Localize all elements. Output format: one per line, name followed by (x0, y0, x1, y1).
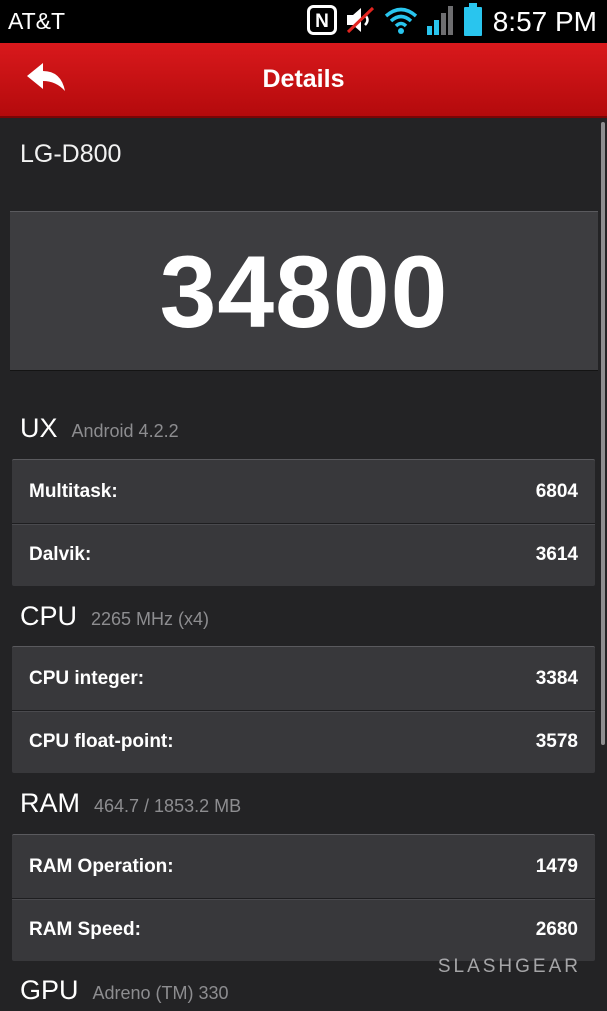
metric-label: CPU float-point: (29, 731, 174, 752)
metric-row-cpu-float-point: CPU float-point: 3578 (12, 710, 595, 773)
metric-value: 3614 (535, 544, 578, 565)
scrollbar[interactable] (601, 122, 605, 745)
device-name: LG-D800 (20, 140, 122, 168)
total-score-panel: 34800 (10, 211, 598, 371)
metric-value: 3578 (535, 731, 578, 752)
metric-value: 6804 (535, 480, 578, 502)
carrier-name: AT&T (8, 8, 66, 34)
watermark-logo: SLASHGEAR (437, 956, 581, 977)
metric-group-ram: RAM Operation: 1479 RAM Speed: 2680 (12, 834, 595, 961)
section-title: GPU (20, 975, 79, 1005)
signal-icon (426, 4, 456, 41)
section-info: Adreno (TM) 330 (92, 983, 229, 1003)
metric-label: RAM Operation: (29, 855, 174, 877)
nfc-icon: N (306, 4, 337, 40)
section-header-cpu: CPU 2265 MHz (x4) (20, 601, 209, 637)
section-title: RAM (20, 788, 80, 818)
metric-row-ram-operation: RAM Operation: 1479 (12, 835, 595, 898)
section-header-ram: RAM 464.7 / 1853.2 MB (20, 788, 241, 824)
section-info: Android 4.2.2 (71, 421, 179, 441)
metric-group-ux: Multitask: 6804 Dalvik: 3614 (12, 459, 595, 586)
clock: 8:57 PM (492, 6, 597, 37)
section-title: CPU (20, 601, 78, 631)
mute-icon (344, 5, 376, 40)
metric-value: 3384 (535, 667, 578, 689)
metric-label: Dalvik: (29, 544, 92, 565)
metric-value: 2680 (535, 919, 578, 940)
section-header-gpu: GPU Adreno (TM) 330 (20, 975, 229, 1011)
metric-row-dalvik: Dalvik: 3614 (12, 523, 595, 586)
svg-text:N: N (315, 11, 329, 32)
metric-label: RAM Speed: (29, 919, 141, 940)
section-title: UX (20, 413, 58, 443)
status-bar: AT&T N 8:57 PM (0, 0, 607, 43)
wifi-icon (383, 5, 419, 40)
metric-row-multitask: Multitask: 6804 (12, 460, 595, 523)
metric-value: 1479 (535, 855, 578, 877)
page-title: Details (262, 65, 345, 93)
battery-icon (463, 2, 483, 42)
metric-label: Multitask: (29, 480, 118, 502)
total-score: 34800 (159, 235, 449, 349)
metric-group-cpu: CPU integer: 3384 CPU float-point: 3578 (12, 646, 595, 773)
status-icons: N 8:57 PM (300, 2, 597, 42)
title-bar: Details (0, 43, 607, 118)
section-info: 2265 MHz (x4) (91, 609, 210, 629)
metric-row-cpu-integer: CPU integer: 3384 (12, 647, 595, 710)
metric-row-ram-speed: RAM Speed: 2680 (12, 898, 595, 961)
section-header-ux: UX Android 4.2.2 (20, 413, 179, 449)
section-info: 464.7 / 1853.2 MB (94, 796, 242, 816)
metric-label: CPU integer: (29, 667, 145, 689)
